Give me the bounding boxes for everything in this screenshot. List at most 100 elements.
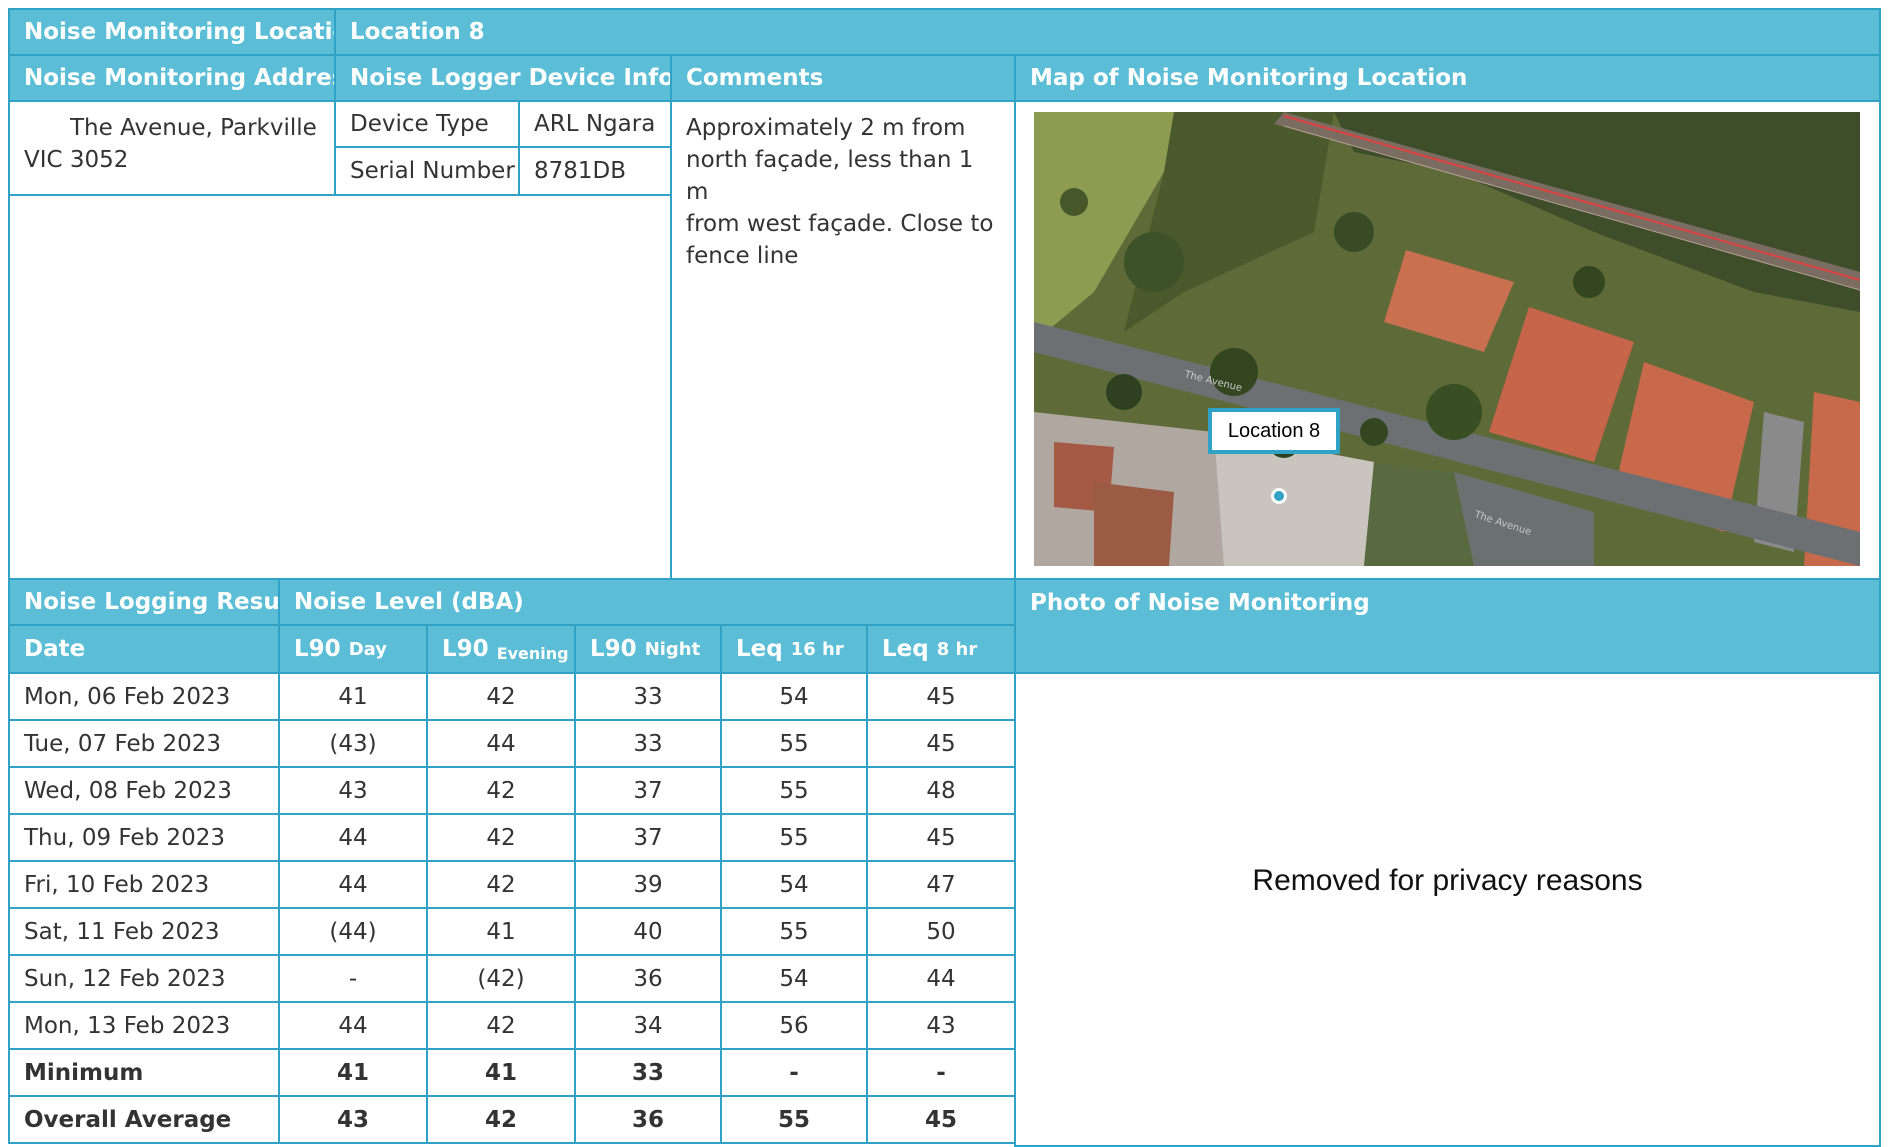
table-cell-l90-night: 36 bbox=[574, 954, 722, 1003]
table-cell-leq8: 45 bbox=[866, 672, 1016, 721]
table-value: Wed, 08 Feb 2023 bbox=[24, 777, 232, 804]
table-cell-l90-evening: 42 bbox=[426, 860, 576, 909]
table-cell-leq16: 54 bbox=[720, 672, 868, 721]
table-value: 40 bbox=[633, 918, 663, 945]
table-value: 54 bbox=[779, 871, 809, 898]
table-value: 44 bbox=[338, 871, 368, 898]
table-value: 44 bbox=[338, 824, 368, 851]
table-value: (42) bbox=[477, 965, 525, 992]
location-value-cell: Location 8 bbox=[334, 8, 1881, 56]
table-cell-l90-night: 33 bbox=[574, 719, 722, 768]
table-cell-leq8: 47 bbox=[866, 860, 1016, 909]
device-type-value-cell: ARL Ngara bbox=[518, 100, 672, 148]
device-type-label-cell: Device Type bbox=[334, 100, 520, 148]
table-value: 33 bbox=[633, 683, 663, 710]
table-value: 34 bbox=[633, 1012, 663, 1039]
table-cell-l90-night: 37 bbox=[574, 813, 722, 862]
col-date-header: Date bbox=[8, 624, 280, 674]
serial-label-cell: Serial Number bbox=[334, 146, 520, 196]
table-value: 45 bbox=[924, 1106, 957, 1133]
table-cell-l90-day: 44 bbox=[278, 860, 428, 909]
table-value: 44 bbox=[338, 1012, 368, 1039]
table-value: - bbox=[789, 1059, 799, 1086]
table-value: 42 bbox=[486, 683, 516, 710]
table-value: 33 bbox=[633, 730, 663, 757]
table-cell-l90-evening: 44 bbox=[426, 719, 576, 768]
table-value: 42 bbox=[486, 824, 516, 851]
table-value: Thu, 09 Feb 2023 bbox=[24, 824, 225, 851]
table-cell-leq16: 55 bbox=[720, 813, 868, 862]
col-l90-night-header: L90 Night bbox=[574, 624, 722, 674]
table-cell-leq8: 48 bbox=[866, 766, 1016, 815]
location-label: Noise Monitoring Location bbox=[24, 19, 336, 45]
table-cell-l90-day: 41 bbox=[278, 1048, 428, 1097]
table-cell-leq16: 54 bbox=[720, 954, 868, 1003]
results-title: Noise Logging Results bbox=[24, 589, 280, 615]
table-cell-date: Sun, 12 Feb 2023 bbox=[8, 954, 280, 1003]
table-cell-l90-evening: 41 bbox=[426, 907, 576, 956]
table-cell-l90-evening: 42 bbox=[426, 1095, 576, 1144]
table-cell-l90-night: 36 bbox=[574, 1095, 722, 1144]
table-cell-l90-evening: 41 bbox=[426, 1048, 576, 1097]
results-title-cell: Noise Logging Results bbox=[8, 578, 280, 626]
table-value: 39 bbox=[633, 871, 663, 898]
col-l90-day-header: L90 Day bbox=[278, 624, 428, 674]
table-value: 43 bbox=[336, 1106, 369, 1133]
table-value: 54 bbox=[779, 965, 809, 992]
aerial-map-image: The Avenue The Avenue bbox=[1034, 112, 1860, 566]
table-cell-l90-night: 37 bbox=[574, 766, 722, 815]
table-cell-l90-night: 33 bbox=[574, 672, 722, 721]
col-leq8-header: Leq 8 hr bbox=[866, 624, 1016, 674]
table-value: 36 bbox=[633, 965, 663, 992]
table-cell-l90-day: (44) bbox=[278, 907, 428, 956]
noise-level-title: Noise Level (dBA) bbox=[294, 589, 524, 615]
table-value: 41 bbox=[338, 683, 368, 710]
table-cell-l90-day: 44 bbox=[278, 1001, 428, 1050]
comments-line2: north façade, less than 1 m bbox=[686, 147, 974, 205]
table-cell-l90-evening: 42 bbox=[426, 1001, 576, 1050]
table-value: 55 bbox=[779, 824, 809, 851]
map-header: Map of Noise Monitoring Location bbox=[1030, 65, 1468, 91]
table-value: Overall Average bbox=[24, 1106, 232, 1133]
table-value: 55 bbox=[779, 730, 809, 757]
table-cell-date: Wed, 08 Feb 2023 bbox=[8, 766, 280, 815]
table-cell-leq8: - bbox=[866, 1048, 1016, 1097]
table-cell-date: Fri, 10 Feb 2023 bbox=[8, 860, 280, 909]
table-cell-leq16: 56 bbox=[720, 1001, 868, 1050]
table-value: 44 bbox=[926, 965, 956, 992]
table-value: 42 bbox=[484, 1106, 517, 1133]
table-value: 44 bbox=[486, 730, 516, 757]
table-cell-date: Minimum bbox=[8, 1048, 280, 1097]
table-cell-l90-day: 43 bbox=[278, 766, 428, 815]
photo-title: Photo of Noise Monitoring bbox=[1030, 590, 1370, 616]
comments-header: Comments bbox=[686, 65, 824, 91]
table-cell-leq8: 50 bbox=[866, 907, 1016, 956]
table-cell-leq8: 43 bbox=[866, 1001, 1016, 1050]
table-cell-leq16: 55 bbox=[720, 766, 868, 815]
table-value: 56 bbox=[779, 1012, 809, 1039]
table-cell-l90-evening: 42 bbox=[426, 813, 576, 862]
address-header-cell: Noise Monitoring Address bbox=[8, 54, 336, 102]
table-value: 41 bbox=[336, 1059, 369, 1086]
table-value: Fri, 10 Feb 2023 bbox=[24, 871, 210, 898]
location-label-cell: Noise Monitoring Location bbox=[8, 8, 336, 56]
table-cell-l90-day: - bbox=[278, 954, 428, 1003]
table-value: Sat, 11 Feb 2023 bbox=[24, 918, 220, 945]
col-l90-evening-header: L90 Evening bbox=[426, 624, 576, 674]
table-value: - bbox=[348, 965, 358, 992]
photo-title-cell: Photo of Noise Monitoring bbox=[1014, 578, 1881, 674]
table-cell-leq8: 44 bbox=[866, 954, 1016, 1003]
map-header-cell: Map of Noise Monitoring Location bbox=[1014, 54, 1881, 102]
table-cell-l90-night: 34 bbox=[574, 1001, 722, 1050]
table-value: 41 bbox=[484, 1059, 517, 1086]
table-cell-date: Mon, 06 Feb 2023 bbox=[8, 672, 280, 721]
table-cell-leq8: 45 bbox=[866, 719, 1016, 768]
table-cell-leq16: 55 bbox=[720, 719, 868, 768]
device-type-label: Device Type bbox=[350, 111, 489, 137]
serial-value: 8781DB bbox=[534, 158, 627, 184]
noise-level-title-cell: Noise Level (dBA) bbox=[278, 578, 1016, 626]
comments-cell: Approximately 2 m from north façade, les… bbox=[670, 100, 1016, 580]
address-cell: The Avenue, Parkville VIC 3052 bbox=[8, 100, 336, 196]
table-value: 36 bbox=[631, 1106, 664, 1133]
comments-line1: Approximately 2 m from bbox=[686, 115, 966, 141]
